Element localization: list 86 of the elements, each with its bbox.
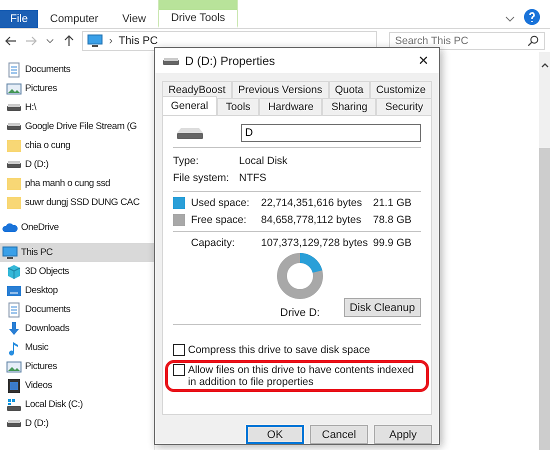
nav-item[interactable]: pha manh o cung ssd (0, 174, 154, 193)
drive-label: Drive D: (280, 307, 320, 320)
ribbon-tab[interactable]: Drive Tools (158, 0, 238, 28)
nav-item[interactable]: suwr dungj SSD DUNG CAC (0, 193, 154, 212)
document-icon (6, 62, 22, 78)
nav-item[interactable]: This PC (0, 243, 154, 262)
drive-icon (6, 103, 22, 112)
scrollbar[interactable] (539, 52, 550, 450)
back-arrow-icon[interactable] (4, 34, 18, 48)
checkbox-label[interactable]: Allow files on this drive to have contents indexed in addition to file properties (188, 364, 421, 388)
field-value: Local Disk (239, 155, 288, 168)
dialog-tab[interactable]: General (162, 96, 218, 116)
folder-icon (6, 176, 22, 192)
dialog-button[interactable]: Apply (374, 425, 432, 444)
nav-item[interactable]: chia o cung (0, 136, 154, 155)
picture-icon (6, 358, 22, 374)
checkbox-label[interactable]: Compress this drive to save disk space (188, 344, 370, 356)
drive-icon (6, 396, 22, 412)
ribbon-tab[interactable]: File (0, 10, 38, 28)
dialog-tab[interactable]: Sharing (322, 98, 376, 116)
drive-name-field[interactable]: D (241, 124, 421, 142)
search-field[interactable]: Search This PC (389, 32, 545, 50)
document-icon (6, 302, 22, 318)
nav-item[interactable]: Videos (0, 376, 154, 395)
up-arrow-icon[interactable] (62, 34, 76, 48)
dialog-tab[interactable]: Customize (370, 81, 432, 98)
dialog-tab[interactable]: Security (376, 98, 432, 116)
field-label: Type: (173, 155, 200, 168)
checkbox[interactable] (173, 344, 185, 356)
dialog-button[interactable]: Cancel (310, 425, 368, 444)
nav-item[interactable]: Documents (0, 60, 154, 79)
dialog-title: D (D:) Properties (185, 54, 276, 68)
field-label: File system: (173, 172, 230, 184)
nav-item[interactable]: Pictures (0, 79, 154, 98)
nav-item[interactable]: OneDrive (0, 218, 154, 237)
nav-item[interactable]: Pictures (0, 357, 154, 376)
nav-item[interactable]: Documents (0, 300, 154, 319)
usage-donut (277, 253, 323, 300)
drive-icon (6, 122, 22, 131)
drive-icon (6, 419, 22, 428)
field-value: 84,658,778,112 bytes (261, 214, 362, 226)
dialog-tab[interactable]: Quota (328, 81, 370, 98)
nav-item[interactable]: Google Drive File Stream (G (0, 117, 154, 136)
film-icon (6, 378, 22, 394)
nav-item[interactable]: Downloads (0, 319, 154, 338)
field-value: 21.1 GB (373, 197, 413, 210)
scroll-up-icon[interactable] (540, 62, 548, 68)
dialog-button[interactable]: OK (246, 425, 304, 444)
field-value: 99.9 GB (373, 237, 413, 250)
nav-item[interactable]: Music (0, 338, 154, 357)
close-button[interactable]: ✕ (414, 53, 433, 68)
dialog-tab[interactable]: ReadyBoost (162, 81, 232, 98)
breadcrumb-item[interactable]: This PC (118, 35, 158, 47)
drive-icon (163, 56, 179, 66)
drive-icon (6, 160, 22, 169)
nav-item[interactable]: Desktop (0, 281, 154, 300)
picture-icon (6, 80, 22, 96)
scrollbar-thumb[interactable] (539, 148, 550, 450)
breadcrumb-separator: › (109, 35, 113, 47)
monitor-icon (2, 244, 18, 260)
field-value: 22,714,351,616 bytes (261, 197, 364, 210)
help-icon[interactable] (524, 9, 540, 25)
down-arrow-icon (6, 320, 22, 336)
field-label: Free space: (191, 214, 248, 226)
dialog-tab[interactable]: Hardware (259, 98, 322, 116)
field-label: Capacity: (191, 237, 236, 250)
monitor-icon (87, 33, 103, 49)
nav-item[interactable]: D (D:) (0, 155, 154, 174)
nav-item[interactable]: Local Disk (C:) (0, 395, 154, 414)
nav-item[interactable]: H:\ (0, 98, 154, 117)
folder-icon (6, 138, 22, 154)
field-value: 107,373,129,728 bytes (261, 237, 369, 250)
field-value: NTFS (239, 172, 268, 184)
checkbox[interactable] (173, 364, 185, 376)
disk-cleanup-button[interactable]: Disk Cleanup (344, 298, 421, 318)
nav-item[interactable]: D (D:) (0, 414, 154, 433)
dialog-tab[interactable]: Tools (217, 98, 260, 116)
dialog-tab[interactable]: Previous Versions (232, 81, 329, 98)
field-value: 78.8 GB (373, 214, 413, 226)
field-label: Used space: (191, 197, 250, 210)
chevron-down-icon[interactable] (46, 37, 54, 45)
folder-icon (6, 194, 22, 210)
cube-icon (6, 264, 22, 280)
search-icon[interactable] (527, 35, 539, 47)
drive-icon (175, 125, 205, 142)
nav-item[interactable]: 3D Objects (0, 262, 154, 281)
